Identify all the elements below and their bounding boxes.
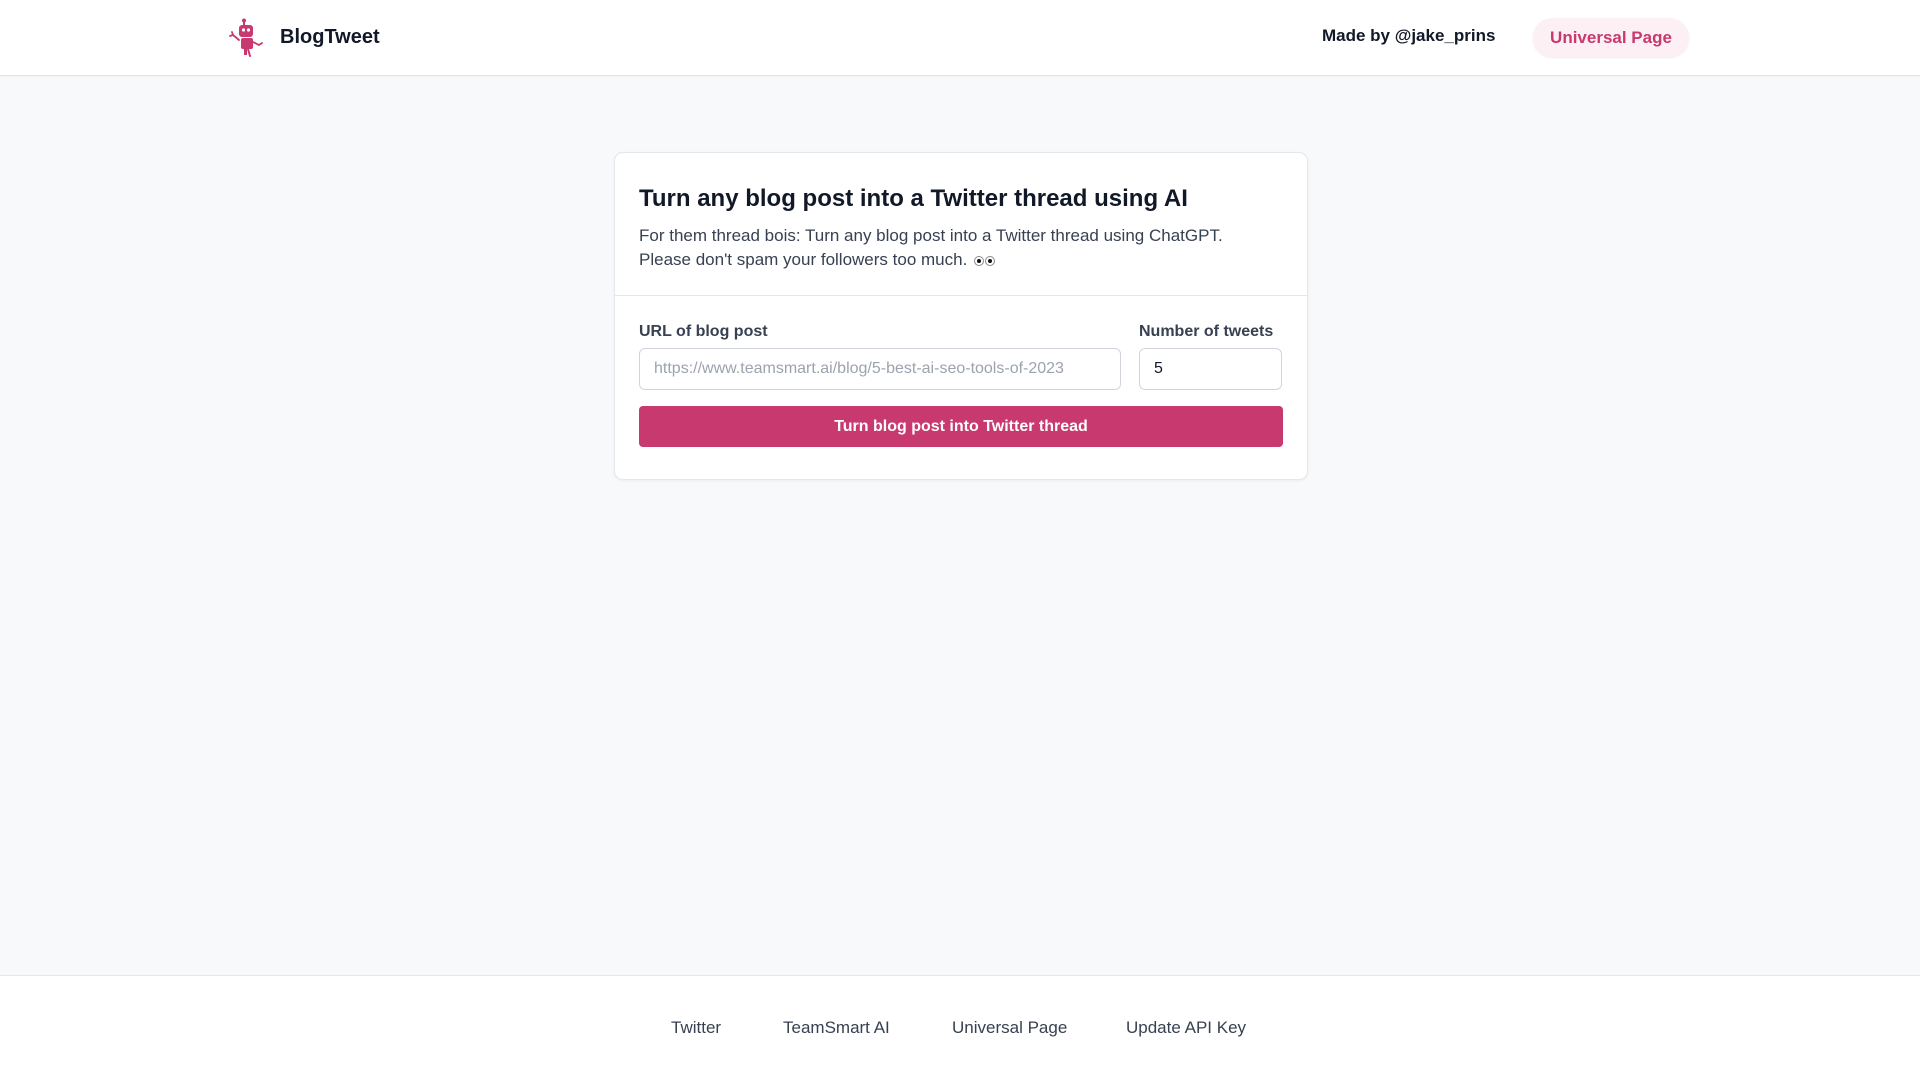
blog-url-input[interactable]	[639, 348, 1121, 390]
brand-name: BlogTweet	[280, 25, 380, 48]
made-by-link[interactable]: Made by @jake_prins	[1322, 26, 1495, 46]
footer-link-universal-page[interactable]: Universal Page	[952, 1018, 1067, 1038]
footer-link-twitter[interactable]: Twitter	[671, 1018, 721, 1038]
converter-card: Turn any blog post into a Twitter thread…	[614, 152, 1308, 480]
brand[interactable]: BlogTweet	[228, 16, 380, 58]
description-text: For them thread bois: Turn any blog post…	[639, 226, 1223, 269]
card-header: Turn any blog post into a Twitter thread…	[615, 153, 1307, 296]
tweets-label: Number of tweets	[1139, 323, 1274, 340]
convert-button[interactable]: Turn blog post into Twitter thread	[639, 406, 1283, 447]
footer-link-update-api-key[interactable]: Update API Key	[1126, 1018, 1246, 1038]
page-title: Turn any blog post into a Twitter thread…	[639, 185, 1188, 212]
page-description: For them thread bois: Turn any blog post…	[639, 224, 1279, 273]
url-label: URL of blog post	[639, 323, 768, 340]
top-navbar: BlogTweet Made by @jake_prins Universal …	[0, 0, 1920, 76]
tweet-count-input[interactable]	[1139, 348, 1282, 390]
robot-icon	[229, 18, 263, 57]
eyes-emoji-icon	[974, 249, 996, 273]
footer: Twitter TeamSmart AI Universal Page Upda…	[0, 975, 1920, 1081]
universal-page-button[interactable]: Universal Page	[1533, 18, 1689, 57]
footer-link-teamsmart[interactable]: TeamSmart AI	[783, 1018, 890, 1038]
